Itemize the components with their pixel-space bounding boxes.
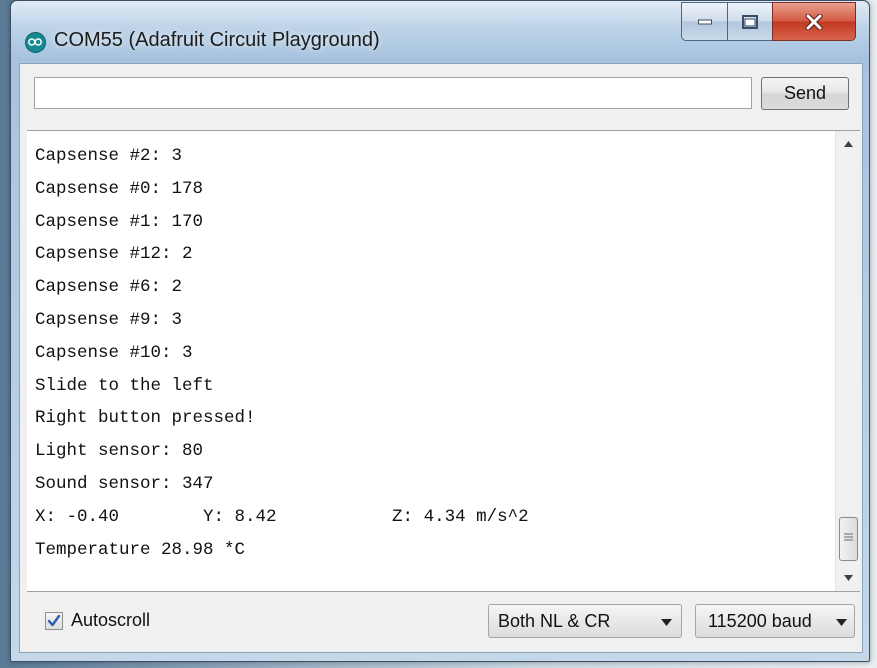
vertical-scrollbar[interactable]	[835, 131, 861, 591]
serial-output-line: Temperature 28.98 *C	[35, 539, 246, 560]
scroll-up-arrow-icon	[844, 141, 853, 147]
title-bar[interactable]: COM55 (Adafruit Circuit Playground)	[11, 1, 869, 61]
baud-rate-value: 115200 baud	[708, 611, 812, 631]
serial-output-line: Capsense #10: 3	[35, 342, 193, 363]
serial-output-line: Light sensor: 80	[35, 441, 204, 462]
minimize-button[interactable]	[681, 2, 728, 41]
scroll-down-button[interactable]	[836, 567, 861, 589]
scroll-thumb[interactable]	[839, 517, 858, 561]
minimize-icon	[697, 19, 712, 24]
serial-output-line: Right button pressed!	[35, 408, 256, 429]
serial-output-area[interactable]: Capsense #2: 3 Capsense #0: 178 Capsense #…	[27, 130, 861, 592]
line-ending-select[interactable]: Both NL & CR	[488, 604, 682, 638]
scroll-up-button[interactable]	[836, 133, 861, 155]
scroll-down-arrow-icon	[844, 575, 853, 581]
chevron-down-icon	[836, 619, 847, 626]
autoscroll-checkbox[interactable]	[45, 612, 63, 630]
close-button[interactable]	[772, 2, 856, 41]
serial-output-line: Capsense #0: 178	[35, 178, 204, 199]
serial-output-line: Capsense #12: 2	[35, 244, 193, 265]
autoscroll-label: Autoscroll	[71, 610, 151, 630]
serial-monitor-window: COM55 (Adafruit Circuit Playground) Send…	[10, 0, 870, 662]
serial-monitor-client: Send Capsense #2: 3 Capsense #0: 178 Capse…	[19, 63, 863, 653]
chevron-down-icon	[661, 619, 672, 626]
send-input[interactable]	[34, 77, 752, 109]
scroll-grip-icon	[844, 533, 853, 541]
serial-output-lines: Capsense #2: 3 Capsense #0: 178 Capsense #…	[35, 140, 825, 566]
window-title: COM55 (Adafruit Circuit Playground)	[54, 29, 380, 51]
checkmark-icon	[47, 614, 61, 627]
serial-output-line: Capsense #9: 3	[35, 309, 183, 330]
send-button[interactable]: Send	[761, 77, 849, 110]
baud-rate-select[interactable]: 115200 baud	[695, 604, 855, 638]
serial-output-line: Capsense #1: 170	[35, 211, 204, 232]
serial-output-line: X: -0.40 Y: 8.42 Z: 4.34 m/s^2	[35, 506, 529, 527]
maximize-button[interactable]	[727, 2, 773, 41]
serial-output-line: Capsense #6: 2	[35, 277, 183, 298]
arduino-infinity-icon	[25, 32, 46, 53]
serial-output-line: Slide to the left	[35, 375, 214, 396]
close-icon	[805, 13, 823, 30]
serial-output-line: Sound sensor: 347	[35, 473, 214, 494]
line-ending-value: Both NL & CR	[498, 611, 611, 631]
serial-output-line: Capsense #2: 3	[35, 146, 183, 166]
maximize-icon	[742, 14, 758, 29]
